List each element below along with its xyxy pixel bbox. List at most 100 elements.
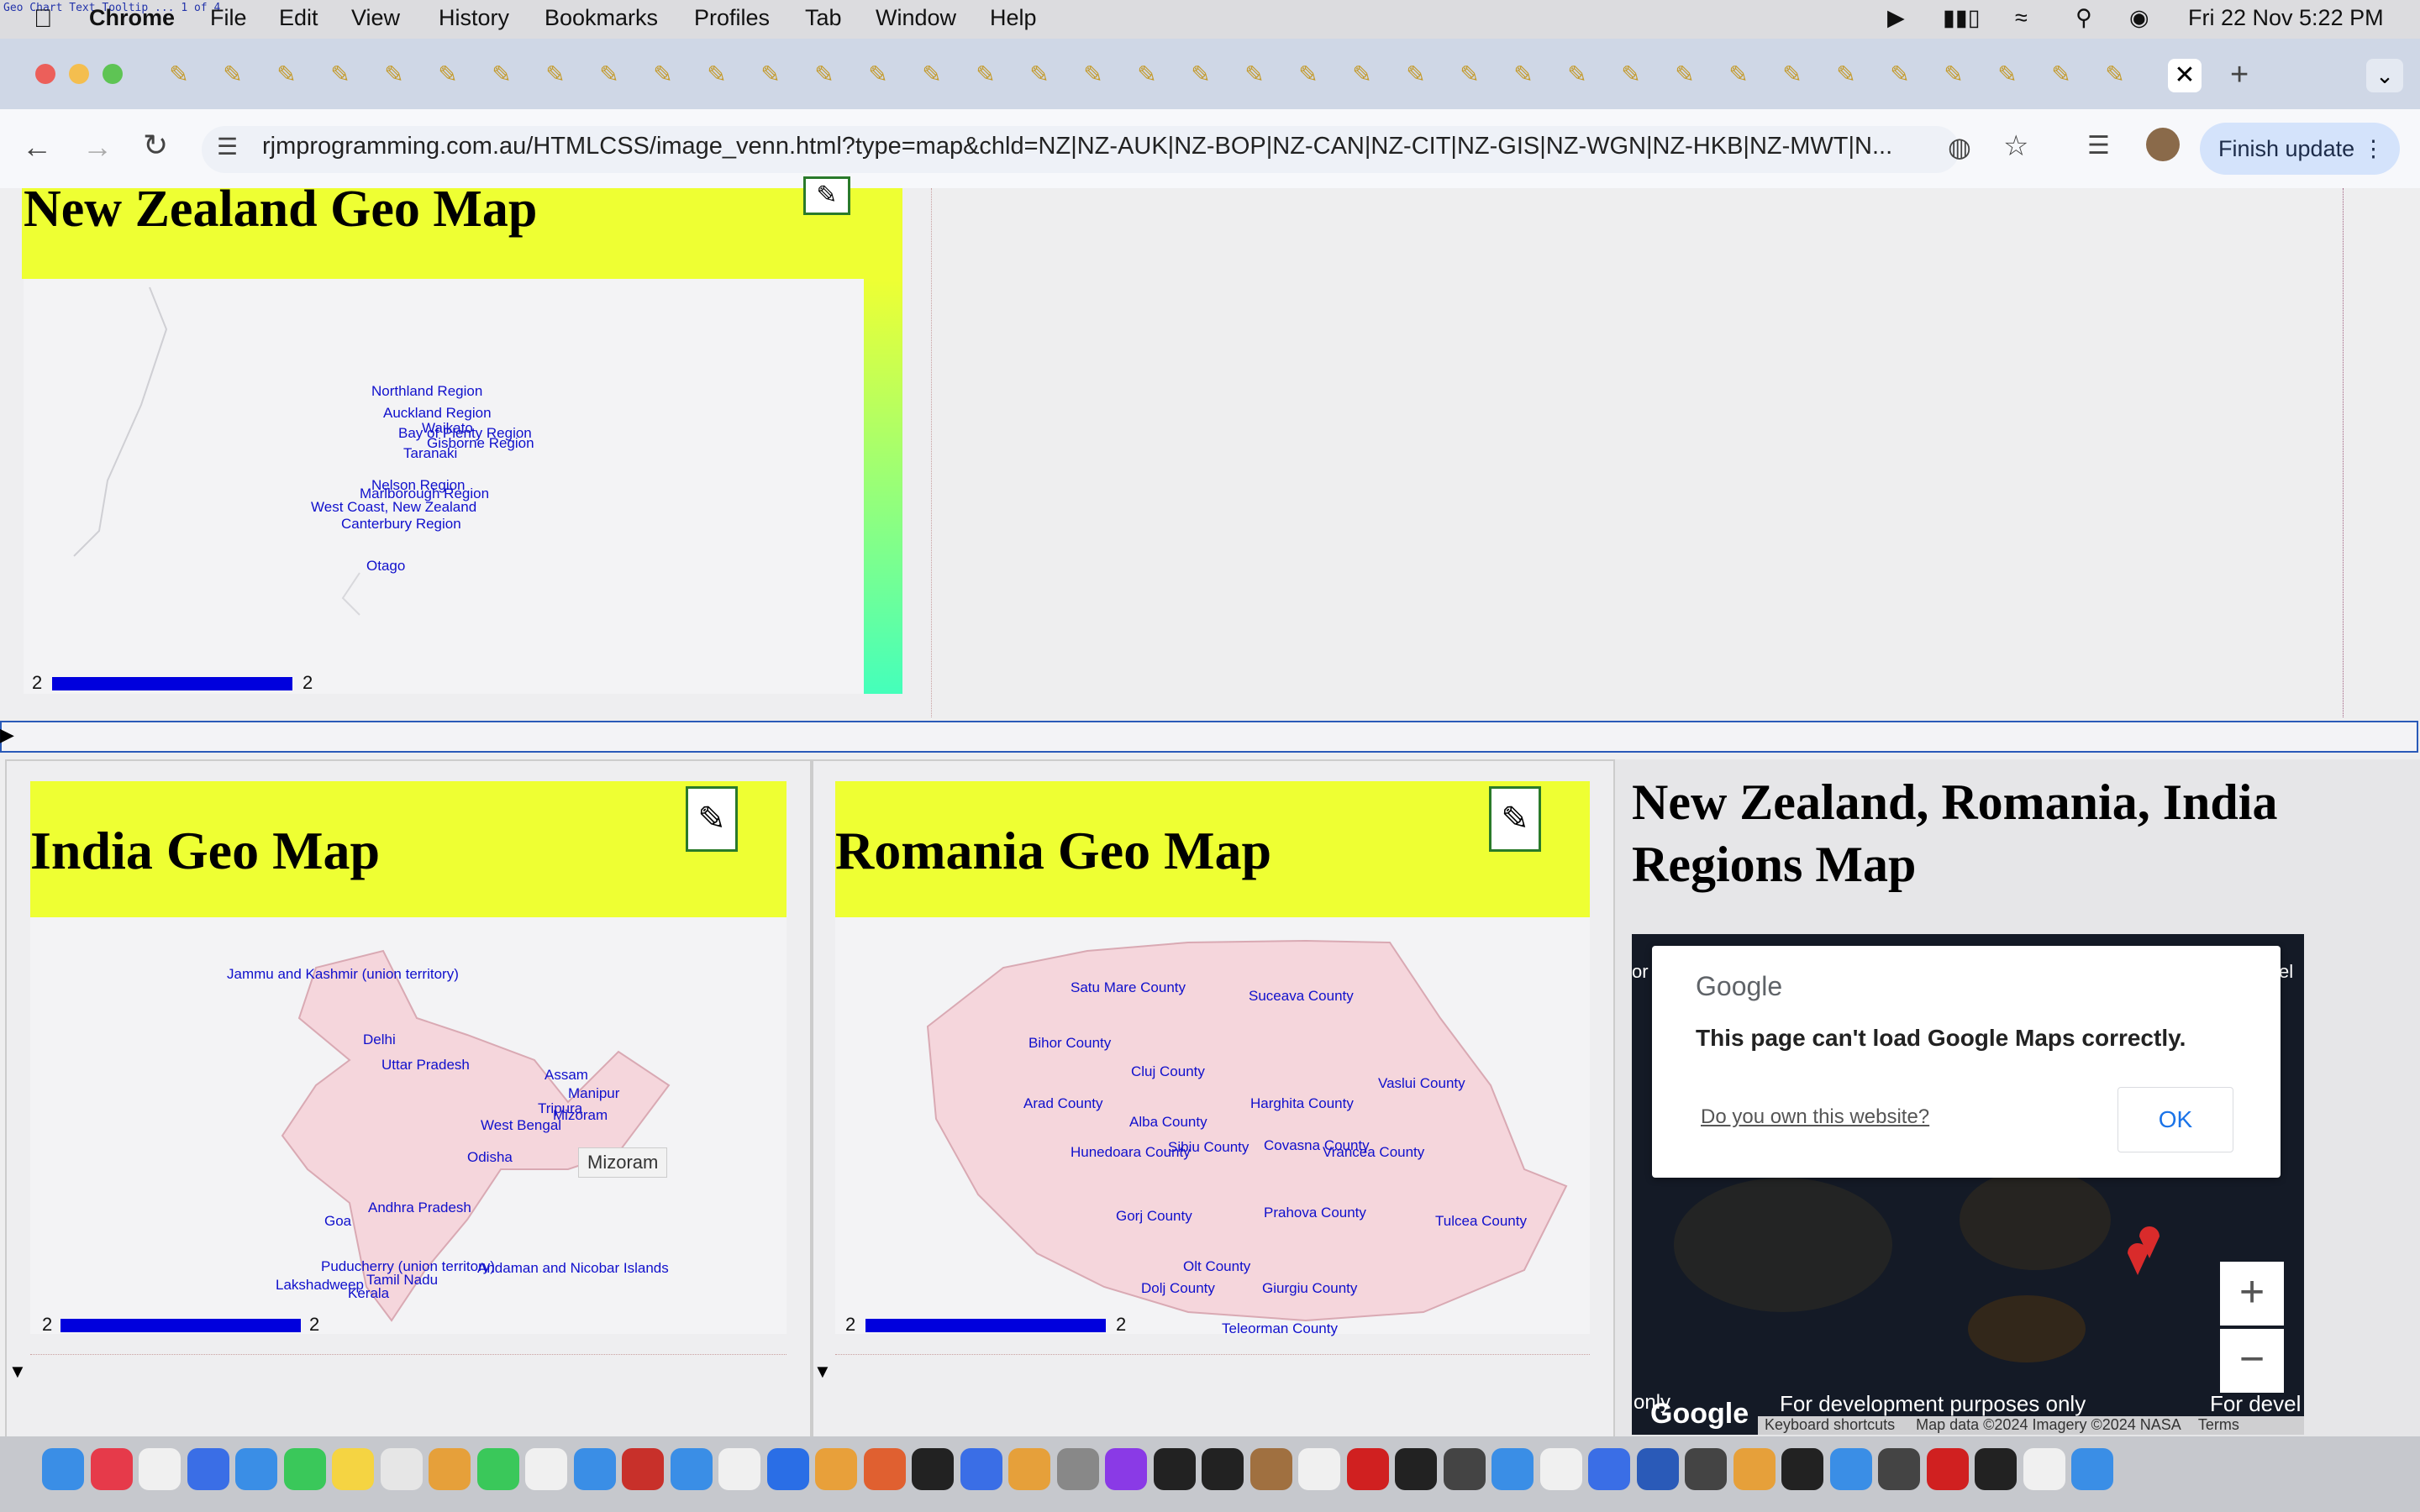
map-label[interactable]: Vaslui County [1378, 1075, 1465, 1092]
dock-app-icon[interactable] [1539, 1448, 1582, 1490]
zoom-window-button[interactable] [103, 64, 123, 84]
map-label[interactable]: Giurgiu County [1262, 1280, 1357, 1297]
dock-app-icon[interactable] [670, 1448, 713, 1490]
dock-app-icon[interactable] [235, 1448, 277, 1490]
dock-app-icon[interactable] [1105, 1448, 1147, 1490]
dock-app-icon[interactable] [1878, 1448, 1920, 1490]
map-label[interactable]: Prahova County [1264, 1205, 1366, 1221]
dock-app-icon[interactable] [187, 1448, 229, 1490]
disclosure-triangle-icon[interactable]: ▼ [8, 1361, 27, 1383]
tab-favicon-icon[interactable]: ✎ [1670, 60, 1699, 89]
map-label[interactable]: Jammu and Kashmir (union territory) [227, 966, 459, 983]
tab-favicon-icon[interactable]: ✎ [1563, 60, 1591, 89]
dock-app-icon[interactable] [380, 1448, 423, 1490]
tab-favicon-icon[interactable]: ✎ [1778, 60, 1807, 89]
dock-app-icon[interactable] [1395, 1448, 1437, 1490]
dock-app-icon[interactable] [912, 1448, 954, 1490]
map-label[interactable]: Bihor County [1028, 1035, 1111, 1052]
map-label[interactable]: Sibiu County [1168, 1139, 1249, 1156]
tab-favicon-icon[interactable]: ✎ [756, 60, 785, 89]
tab-favicon-icon[interactable]: ✎ [1186, 60, 1215, 89]
map-label[interactable]: Olt County [1183, 1258, 1250, 1275]
tab-favicon-icon[interactable]: ✎ [810, 60, 839, 89]
dock-app-icon[interactable] [1056, 1448, 1099, 1490]
tab-favicon-icon[interactable]: ✎ [1294, 60, 1323, 89]
dock-app-icon[interactable] [283, 1448, 326, 1490]
dock-app-icon[interactable] [718, 1448, 760, 1490]
zoom-in-button[interactable]: + [2220, 1262, 2284, 1326]
tab-favicon-icon[interactable]: ✎ [1455, 60, 1484, 89]
forward-arrow-icon[interactable]: → [82, 129, 113, 165]
dock-app-icon[interactable] [332, 1448, 374, 1490]
dock-app-icon[interactable] [1829, 1448, 1872, 1490]
menu-view[interactable]: View [351, 5, 400, 31]
dock-app-icon[interactable] [476, 1448, 519, 1490]
map-label[interactable]: Assam [544, 1067, 588, 1084]
dock-app-icon[interactable] [525, 1448, 567, 1490]
romania-edit-icon[interactable]: ✎ [1489, 786, 1541, 852]
dock-app-icon[interactable] [1588, 1448, 1630, 1490]
map-label[interactable]: West Bengal [481, 1117, 561, 1134]
tab-favicon-icon[interactable]: ✎ [165, 60, 193, 89]
clock[interactable]: Fri 22 Nov 5:22 PM [2188, 5, 2384, 31]
tab-favicon-icon[interactable]: ✎ [434, 60, 462, 89]
zoom-out-button[interactable]: − [2220, 1329, 2284, 1393]
menu-file[interactable]: File [210, 5, 247, 31]
minimize-window-button[interactable] [69, 64, 89, 84]
own-website-link[interactable]: Do you own this website? [1701, 1105, 1929, 1129]
tab-favicon-icon[interactable]: ✎ [595, 60, 623, 89]
tab-favicon-icon[interactable]: ✎ [2047, 60, 2075, 89]
dock-app-icon[interactable] [960, 1448, 1002, 1490]
map-label[interactable]: Canterbury Region [341, 516, 461, 533]
map-label[interactable]: Andhra Pradesh [368, 1200, 471, 1216]
map-label[interactable]: Dolj County [1141, 1280, 1215, 1297]
avatar[interactable] [2146, 128, 2180, 161]
app-name[interactable]: Chrome [89, 5, 175, 31]
wifi-icon[interactable]: ≈ [2015, 5, 2028, 31]
new-tab-icon[interactable]: + [2230, 57, 2249, 93]
tab-favicon-icon[interactable]: ✎ [272, 60, 301, 89]
back-arrow-icon[interactable]: ← [22, 129, 52, 165]
menu-tab[interactable]: Tab [805, 5, 842, 31]
terms-link[interactable]: Terms [2198, 1416, 2239, 1433]
tab-favicon-icon[interactable]: ✎ [1832, 60, 1860, 89]
tab-favicon-icon[interactable]: ✎ [918, 60, 946, 89]
tab-favicon-icon[interactable]: ✎ [1402, 60, 1430, 89]
map-label[interactable]: Manipur [568, 1085, 619, 1102]
dock-app-icon[interactable] [429, 1448, 471, 1490]
more-vertical-icon[interactable]: ⋮ [2344, 123, 2385, 175]
nz-geo-map[interactable]: Northland Region Auckland Region Waikato… [24, 279, 864, 694]
map-label[interactable]: Auckland Region [383, 405, 492, 422]
dock-app-icon[interactable] [1636, 1448, 1679, 1490]
tab-favicon-icon[interactable]: ✎ [1993, 60, 2022, 89]
dialog-ok-button[interactable]: OK [2118, 1087, 2233, 1152]
tab-favicon-icon[interactable]: ✎ [2101, 60, 2129, 89]
dock-app-icon[interactable] [766, 1448, 809, 1490]
tab-favicon-icon[interactable]: ✎ [971, 60, 1000, 89]
map-label[interactable]: Andaman and Nicobar Islands [477, 1260, 669, 1277]
map-label[interactable]: Harghita County [1250, 1095, 1354, 1112]
keyboard-shortcuts-link[interactable]: Keyboard shortcuts [1765, 1416, 1895, 1433]
menu-history[interactable]: History [439, 5, 509, 31]
apple-icon[interactable]:  [34, 5, 53, 34]
dock-app-icon[interactable] [622, 1448, 664, 1490]
nz-edit-icon[interactable]: ✎ [803, 176, 850, 215]
dock-app-icon[interactable] [1346, 1448, 1389, 1490]
dock-app-icon[interactable] [1733, 1448, 1776, 1490]
map-label[interactable]: Northland Region [371, 383, 482, 400]
dock-app-icon[interactable] [42, 1448, 84, 1490]
map-label[interactable]: Kerala [348, 1285, 389, 1302]
map-label[interactable]: Teleorman County [1222, 1320, 1338, 1337]
disclosure-triangle-icon[interactable]: ▶ [0, 724, 14, 746]
menu-edit[interactable]: Edit [279, 5, 318, 31]
dock-app-icon[interactable] [1443, 1448, 1486, 1490]
map-label[interactable]: Uttar Pradesh [381, 1057, 470, 1074]
map-label[interactable]: Delhi [363, 1032, 396, 1048]
india-geo-map[interactable]: Jammu and Kashmir (union territory) Delh… [30, 917, 786, 1335]
india-edit-icon[interactable]: ✎ [686, 786, 738, 852]
map-label[interactable]: Goa [324, 1213, 351, 1230]
tab-favicon-icon[interactable]: ✎ [326, 60, 355, 89]
map-label[interactable]: Otago [366, 558, 405, 575]
dock-app-icon[interactable] [2023, 1448, 2065, 1490]
tab-favicon-icon[interactable]: ✎ [649, 60, 677, 89]
